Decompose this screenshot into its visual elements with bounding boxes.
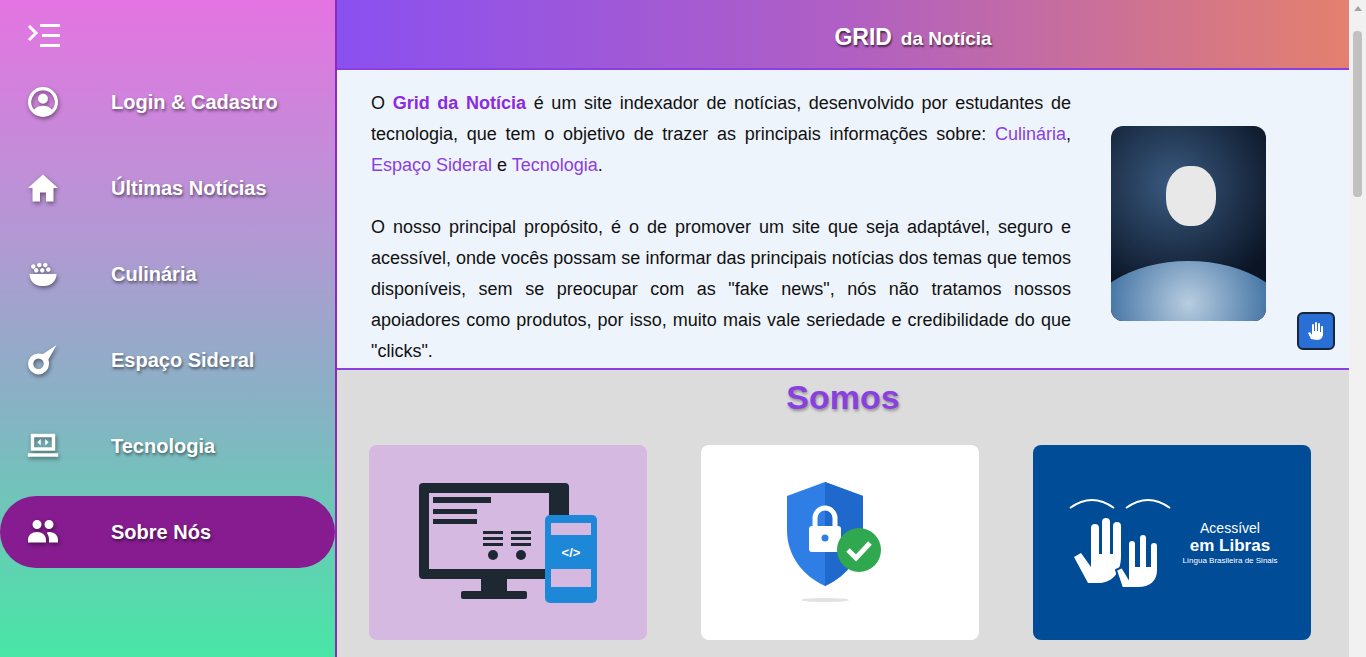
topic-link[interactable]: Espaço Sideral — [371, 155, 492, 175]
main-content: GRID da Notícia O Grid da Notícia é um s… — [337, 0, 1349, 657]
hands-icon — [1066, 488, 1176, 598]
header: GRID da Notícia — [337, 0, 1349, 70]
sidebar-item-icon — [25, 170, 61, 206]
sidebar-item-icon — [25, 256, 61, 292]
sign-language-icon — [1304, 319, 1328, 343]
card-grid: </> Acessível em Libras Língua Brasileir… — [369, 445, 1317, 640]
about-section: Somos </> Acessível em Libras Língua Bra… — [337, 370, 1349, 640]
app: Login & Cadastro Últimas Notícias Culiná… — [0, 0, 1366, 657]
scrollbar[interactable] — [1349, 0, 1366, 657]
sidebar-item-icon — [25, 84, 61, 120]
sidebar-item[interactable]: Espaço Sideral — [0, 324, 335, 396]
intro-text: O Grid da Notícia é um site indexador de… — [371, 88, 1071, 367]
astronaut-photo — [1111, 126, 1266, 321]
sidebar-item[interactable]: Sobre Nós — [0, 496, 335, 568]
svg-text:</>: </> — [562, 545, 581, 560]
site-title: GRID da Notícia — [834, 16, 991, 53]
intro-section: O Grid da Notícia é um site indexador de… — [337, 70, 1349, 370]
intro-paragraph: O nosso principal propósito, é o de prom… — [371, 212, 1071, 367]
sidebar: Login & Cadastro Últimas Notícias Culiná… — [0, 0, 337, 657]
security-shield-icon — [785, 478, 895, 608]
responsive-devices-icon: </> — [417, 481, 599, 605]
sidebar-item[interactable]: Culinária — [0, 238, 335, 310]
feature-card: </> — [369, 445, 647, 640]
sidebar-item[interactable]: Tecnologia — [0, 410, 335, 482]
sidebar-item-icon — [25, 514, 61, 550]
scrollbar-thumb[interactable] — [1353, 31, 1362, 197]
menu-toggle[interactable] — [25, 22, 65, 52]
sidebar-item[interactable]: Login & Cadastro — [0, 66, 335, 138]
menu-toggle-icon — [27, 22, 63, 50]
libras-button[interactable] — [1297, 312, 1335, 350]
topic-link[interactable]: Tecnologia — [512, 155, 598, 175]
feature-card: Acessível em Libras Língua Brasileira de… — [1033, 445, 1311, 640]
feature-card — [701, 445, 979, 640]
sidebar-item-icon — [25, 428, 61, 464]
libras-logo: Acessível em Libras Língua Brasileira de… — [1066, 488, 1277, 598]
sidebar-item-icon — [25, 342, 61, 378]
section-heading: Somos — [786, 378, 899, 417]
topic-link[interactable]: Culinária — [995, 124, 1066, 144]
sidebar-item[interactable]: Últimas Notícias — [0, 152, 335, 224]
intro-paragraph: O Grid da Notícia é um site indexador de… — [371, 88, 1071, 181]
